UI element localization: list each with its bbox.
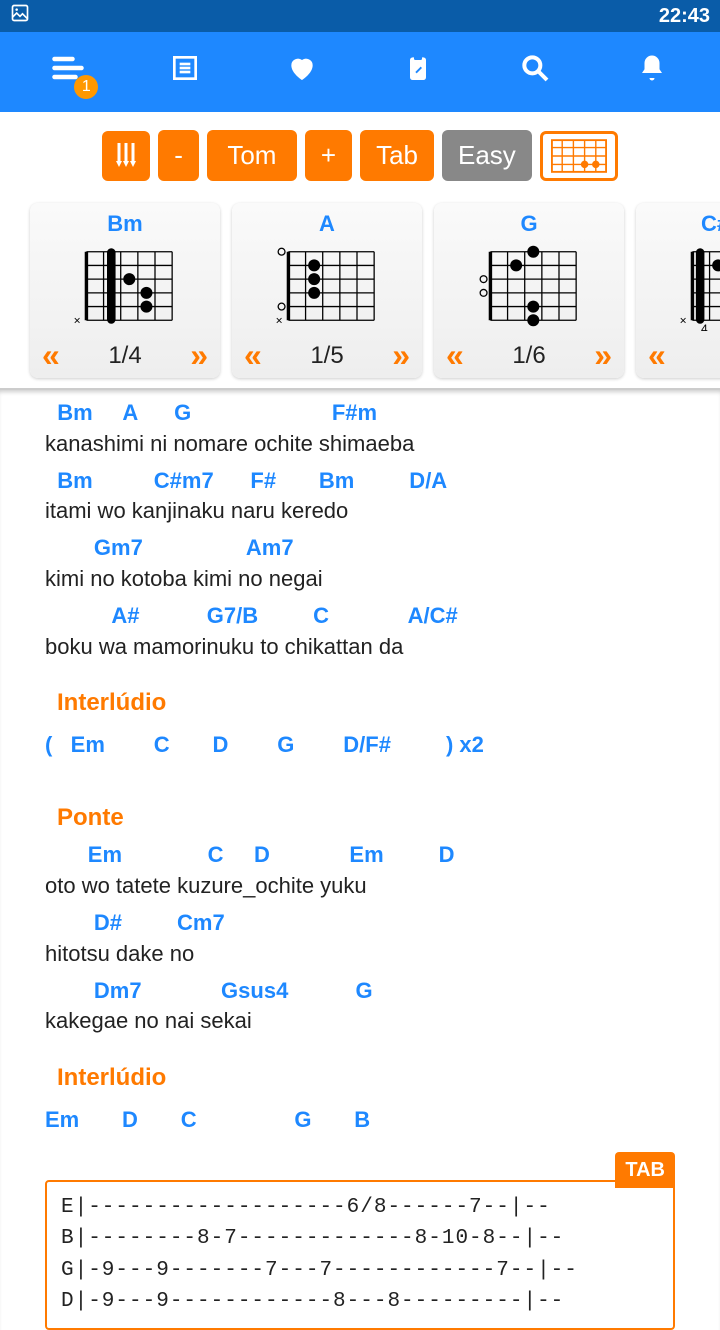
key-down-button[interactable]: - <box>158 130 199 181</box>
top-nav: 1 <box>0 32 720 112</box>
tab-content: E|-------------------6/8------7--|-- B|-… <box>47 1182 673 1328</box>
chord-position: 1/5 <box>310 342 343 370</box>
song-content[interactable]: Bm A G F#m kanashimi ni nomare ochite sh… <box>0 388 720 1330</box>
easy-button[interactable]: Easy <box>442 130 532 181</box>
chord-prev-icon[interactable]: « <box>446 337 464 374</box>
clipboard-button[interactable] <box>393 52 443 92</box>
chord-line: D# Cm7 <box>45 908 675 939</box>
svg-text:×: × <box>680 314 687 328</box>
svg-text:×: × <box>74 314 81 328</box>
chord-line: Gm7 Am7 <box>45 533 675 564</box>
chord-position: 1/6 <box>512 342 545 370</box>
chord-diagram: ×4 <box>636 241 720 331</box>
key-up-button[interactable]: + <box>305 130 352 181</box>
svg-text:4: 4 <box>701 322 708 331</box>
chord-card[interactable]: C#m7 ×4 « 1/ » <box>636 203 720 378</box>
chord-line: Dm7 Gsus4 G <box>45 976 675 1007</box>
chord-diagram: × <box>232 241 422 331</box>
section-label: Ponte <box>57 801 675 835</box>
svg-text:×: × <box>276 314 283 328</box>
lyric-line: itami wo kanjinaku naru keredo <box>45 496 675 527</box>
chord-name: Bm <box>30 211 220 237</box>
chord-card[interactable]: Bm × « 1/4 » <box>30 203 220 378</box>
chord-line: A# G7/B C A/C# <box>45 601 675 632</box>
chord-name: A <box>232 211 422 237</box>
lyric-line: kakegae no nai sekai <box>45 1006 675 1037</box>
tab-button[interactable]: Tab <box>360 130 434 181</box>
lyric-line: kimi no kotoba kimi no negai <box>45 564 675 595</box>
chord-prev-icon[interactable]: « <box>42 337 60 374</box>
chord-line: Bm C#m7 F# Bm D/A <box>45 466 675 497</box>
tab-label: TAB <box>615 1152 675 1188</box>
chord-strip[interactable]: Bm × « 1/4 » A × « 1/5 » G « 1/6 » <box>0 199 720 388</box>
lyric-line: kanashimi ni nomare ochite shimaeba <box>45 429 675 460</box>
scroll-button[interactable] <box>102 131 150 181</box>
menu-button[interactable]: 1 <box>43 50 93 94</box>
lyric-line: boku wa mamorinuku to chikattan da <box>45 632 675 663</box>
section-label: Interlúdio <box>57 686 675 720</box>
chord-next-icon[interactable]: » <box>190 337 208 374</box>
chord-line: ( Em C D G D/F# ) x2 <box>45 730 675 761</box>
search-button[interactable] <box>510 52 560 92</box>
chord-line: Em D C G B <box>45 1105 675 1136</box>
chord-name: G <box>434 211 624 237</box>
chord-diagram: × <box>30 241 220 331</box>
chord-next-icon[interactable]: » <box>392 337 410 374</box>
favorite-button[interactable] <box>277 52 327 92</box>
toolbar: - Tom + Tab Easy <box>0 112 720 199</box>
chord-card[interactable]: G « 1/6 » <box>434 203 624 378</box>
chord-line: Bm A G F#m <box>45 398 675 429</box>
list-button[interactable] <box>160 52 210 92</box>
chord-position: 1/4 <box>108 342 141 370</box>
status-time: 22:43 <box>659 5 710 28</box>
chord-prev-icon[interactable]: « <box>648 337 666 374</box>
chord-prev-icon[interactable]: « <box>244 337 262 374</box>
lyric-line: hitotsu dake no <box>45 939 675 970</box>
key-label[interactable]: Tom <box>207 130 297 181</box>
section-label: Interlúdio <box>57 1061 675 1095</box>
chord-name: C#m7 <box>636 211 720 237</box>
chord-grid-button[interactable] <box>540 131 618 181</box>
bell-button[interactable] <box>627 53 677 91</box>
tab-box: TAB E|-------------------6/8------7--|--… <box>45 1180 675 1330</box>
chord-diagram <box>434 241 624 331</box>
menu-badge: 1 <box>74 75 98 99</box>
image-icon <box>10 3 30 29</box>
chord-next-icon[interactable]: » <box>594 337 612 374</box>
lyric-line: oto wo tatete kuzure_ochite yuku <box>45 871 675 902</box>
chord-card[interactable]: A × « 1/5 » <box>232 203 422 378</box>
chord-line: Em C D Em D <box>45 840 675 871</box>
